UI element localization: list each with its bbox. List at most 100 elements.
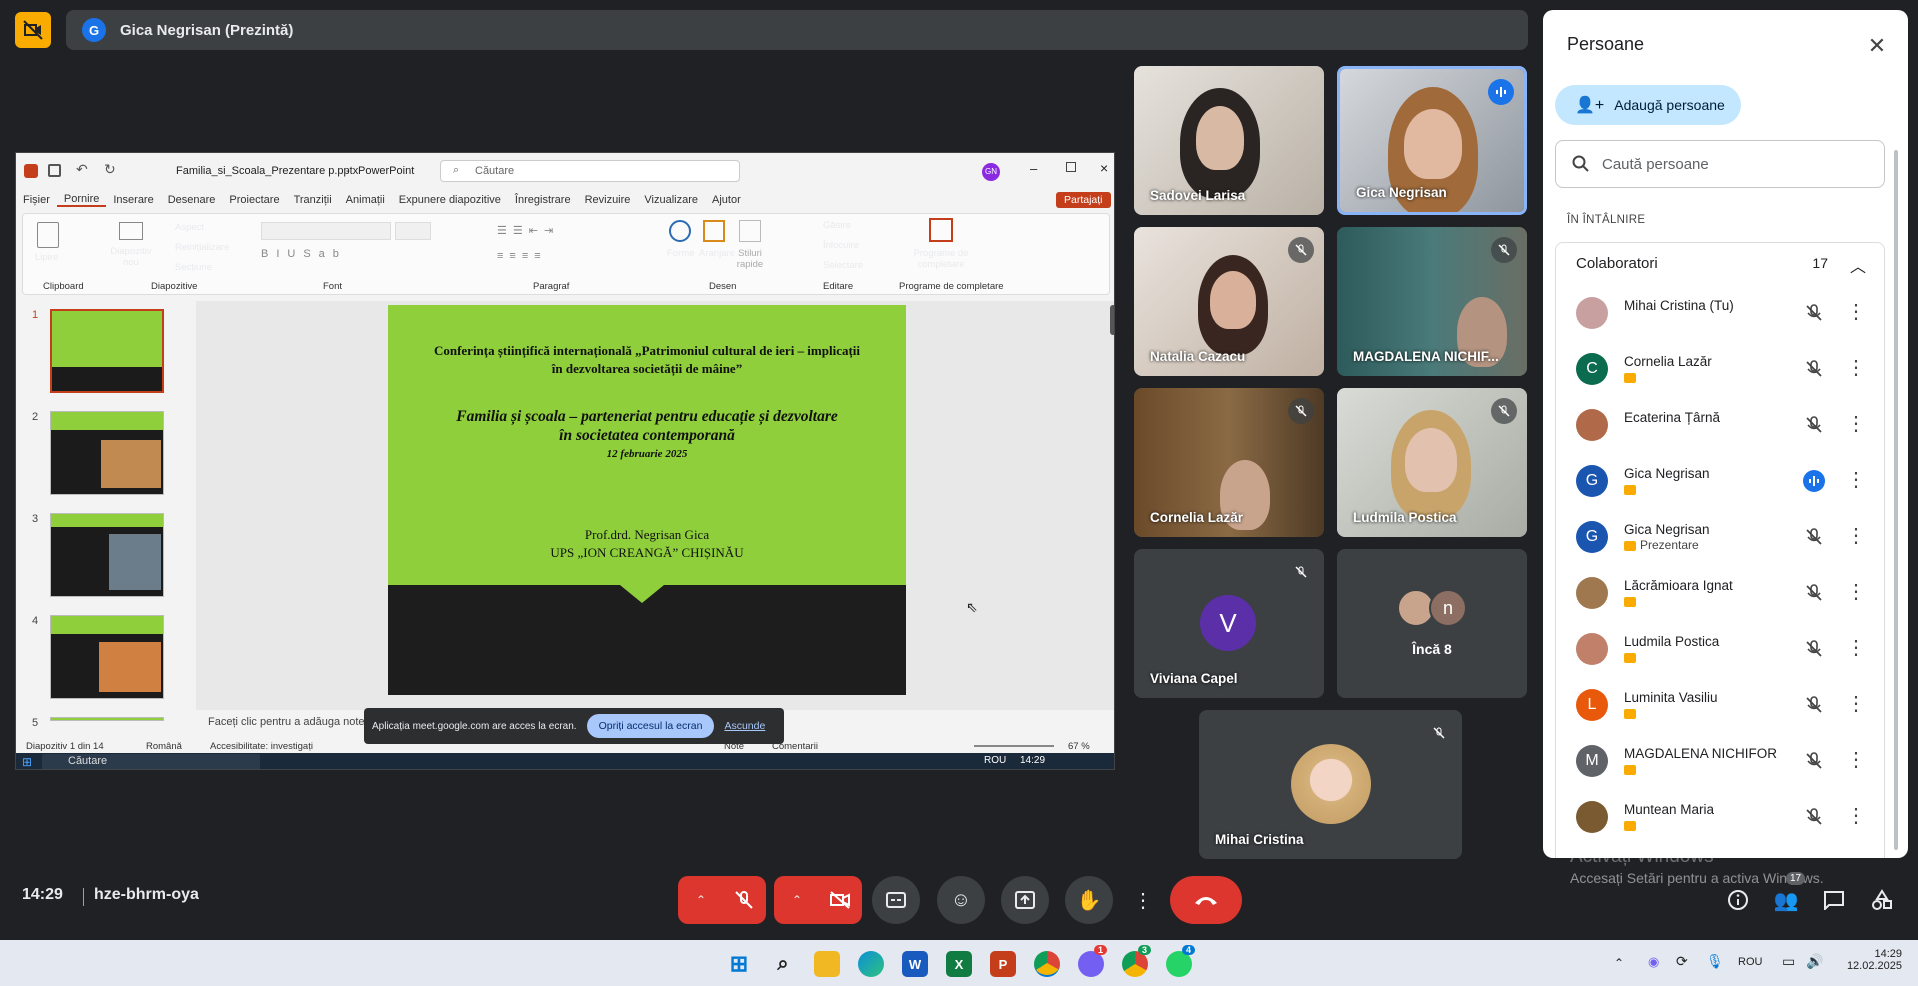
slide-thumbnail-2[interactable] [50,411,164,495]
paste-icon[interactable] [37,222,59,248]
mic-off-icon[interactable] [1802,301,1826,325]
undo-icon[interactable]: ↶ [76,161,88,178]
camera-off-icon[interactable] [15,12,51,48]
slide-thumbnail-4[interactable] [50,615,164,699]
font-family-select[interactable] [261,222,391,240]
inner-taskbar-search[interactable]: Căutare [42,754,260,769]
powerpoint-icon[interactable]: P [990,951,1016,977]
more-vert-icon[interactable]: ⋮ [1846,579,1866,604]
tab-help[interactable]: Ajutor [705,194,748,206]
taskbar-clock[interactable]: 14:29 12.02.2025 [1840,948,1902,972]
tab-view[interactable]: Vizualizare [637,194,705,206]
meeting-details-button[interactable] [1724,886,1752,914]
add-people-button[interactable]: 👤+ Adaugă persoane [1555,85,1741,125]
present-screen-button[interactable] [1001,876,1049,924]
word-icon[interactable]: W [902,951,928,977]
participant-row[interactable]: G Gica Negrisan Prezentare ⋮ [1556,509,1886,565]
more-vert-icon[interactable]: ⋮ [1846,411,1866,436]
participant-row[interactable]: Muntean Maria ⋮ [1556,789,1886,845]
tab-insert[interactable]: Inserare [106,194,160,206]
self-video-tile[interactable]: Mihai Cristina [1199,710,1462,859]
participant-row[interactable]: L Luminita Vasiliu ⋮ [1556,677,1886,733]
volume-icon[interactable]: 🔊 [1806,953,1823,970]
arrange-icon[interactable] [703,220,725,242]
slide-thumbnail-5[interactable] [50,717,164,721]
share-button[interactable]: Partajați [1056,192,1111,208]
participant-row[interactable]: Mihai Cristina (Tu) ⋮ [1556,285,1886,341]
activities-button[interactable] [1868,886,1896,914]
search-people-input[interactable]: Caută persoane [1555,140,1885,188]
tab-home[interactable]: Pornire [56,193,107,207]
people-button[interactable]: 👥 17 [1772,872,1806,914]
input-language[interactable]: ROU [1738,956,1762,968]
viber-icon[interactable]: 1 [1078,945,1108,977]
language-indicator[interactable]: Română [146,741,182,752]
arrange-label[interactable]: Aranjare [699,248,735,259]
captions-button[interactable] [872,876,920,924]
zoom-slider[interactable] [974,745,1054,747]
quick-styles-icon[interactable] [739,220,761,242]
hide-banner-link[interactable]: Ascunde [724,720,765,732]
microphone-icon[interactable]: 🎙 [1706,953,1724,970]
chat-button[interactable] [1820,886,1848,914]
chrome-icon[interactable] [1034,951,1060,977]
participant-row[interactable]: C Cornelia Lazăr ⋮ [1556,341,1886,397]
reset-button[interactable]: Reinițializare [175,242,229,253]
find-button[interactable]: Găsire [823,220,851,231]
redo-icon[interactable]: ↻ [104,161,116,178]
whatsapp-icon[interactable]: 4 [1166,945,1196,977]
participant-row[interactable]: Lăcrămioara Ignat ⋮ [1556,565,1886,621]
align-buttons[interactable]: ≡≡≡≡ [497,250,547,262]
shapes-icon[interactable] [669,220,691,242]
sync-icon[interactable]: ⟳ [1676,953,1688,970]
video-tile[interactable]: Natalia Cazacu [1134,227,1324,376]
more-vert-icon[interactable]: ⋮ [1846,299,1866,324]
speaking-indicator-icon[interactable] [1802,469,1826,493]
video-tile[interactable]: Sadovei Larisa [1134,66,1324,215]
more-vert-icon[interactable]: ⋮ [1846,355,1866,380]
mic-off-icon[interactable] [1802,525,1826,549]
mic-off-icon[interactable] [1802,637,1826,661]
font-format-buttons[interactable]: BIUSab [261,248,347,260]
participant-row[interactable]: Ecaterina Țârnă ⋮ [1556,397,1886,453]
zoom-level[interactable]: 67 % [1068,741,1090,752]
addins-label[interactable]: Programe de completare [901,248,981,270]
more-options-button[interactable]: ⋮ [1130,876,1156,924]
close-window-icon[interactable]: × [1100,160,1108,176]
slide-thumbnail-1[interactable] [50,309,164,393]
search-icon[interactable]: ⌕ [770,951,796,977]
video-tile[interactable]: MAGDALENA NICHIF... [1337,227,1527,376]
slide-thumbnail-3[interactable] [50,513,164,597]
more-participants-tile[interactable]: n Încă 8 [1337,549,1527,698]
stop-sharing-button[interactable]: Opriți accesul la ecran [586,714,715,738]
current-slide[interactable]: Conferința științifică internațională „P… [388,305,906,695]
tab-transitions[interactable]: Tranziții [287,194,339,206]
chrome-profile-icon[interactable]: 3 [1122,945,1152,977]
mic-off-icon[interactable] [1802,581,1826,605]
windows-start-icon[interactable]: ⊞ [726,951,752,977]
more-vert-icon[interactable]: ⋮ [1846,747,1866,772]
paste-label[interactable]: Lipire [35,252,58,263]
new-slide-icon[interactable] [119,222,143,240]
participant-row[interactable]: G Gica Negrisan ⋮ [1556,453,1886,509]
more-vert-icon[interactable]: ⋮ [1846,803,1866,828]
tab-slideshow[interactable]: Expunere diapozitive [392,194,508,206]
ppt-search-box[interactable]: ⌕ Căutare [440,160,740,182]
tab-record[interactable]: Înregistrare [508,194,578,206]
participant-row[interactable]: M MAGDALENA NICHIFOR ⋮ [1556,733,1886,789]
maximize-icon[interactable] [1066,162,1076,172]
mic-off-icon[interactable] [1802,413,1826,437]
video-tile-active-speaker[interactable]: Gica Negrisan [1337,66,1527,215]
mic-options-button[interactable]: ⌃ [678,876,724,924]
network-icon[interactable]: ▭ [1782,953,1795,970]
quick-styles-label[interactable]: Stiluri rapide [733,248,767,270]
tab-design[interactable]: Proiectare [222,194,286,206]
list-buttons[interactable]: ☰☰⇤⇥ [497,224,559,237]
select-button[interactable]: Selectare [823,260,863,271]
more-vert-icon[interactable]: ⋮ [1846,523,1866,548]
video-tile[interactable]: Cornelia Lazăr [1134,388,1324,537]
windows-start-icon[interactable]: ⊞ [22,755,32,769]
more-vert-icon[interactable]: ⋮ [1846,691,1866,716]
camera-toggle-button[interactable] [818,876,862,924]
raise-hand-button[interactable]: ✋ [1065,876,1113,924]
